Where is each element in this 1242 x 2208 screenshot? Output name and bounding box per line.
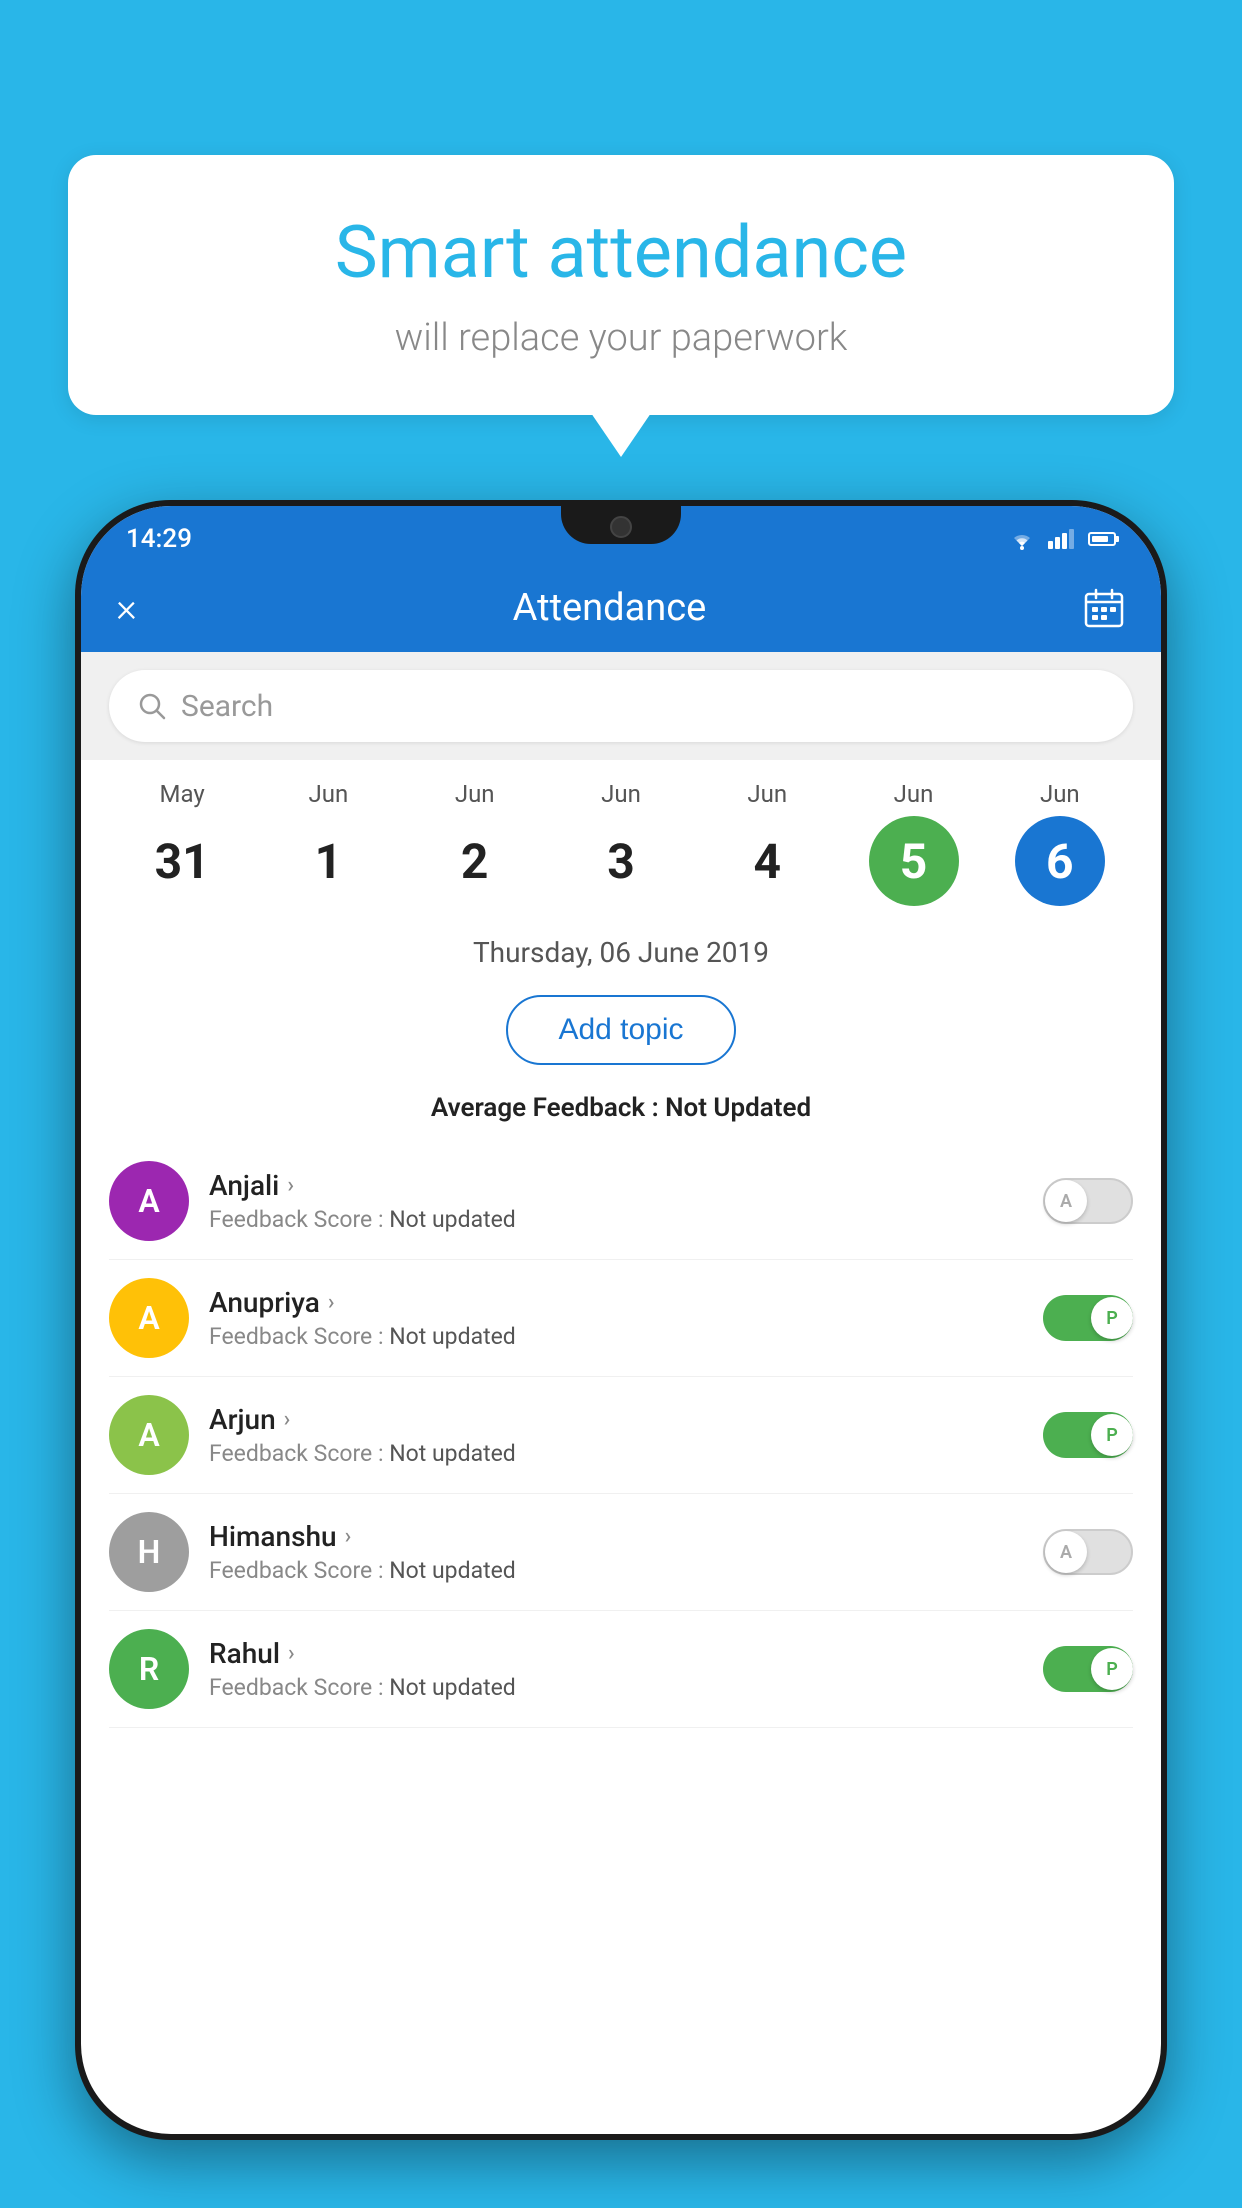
add-topic-container: Add topic [81, 985, 1161, 1085]
app-bar: × Attendance [81, 564, 1161, 652]
cal-date-number: 4 [722, 816, 812, 906]
avatar: A [109, 1395, 189, 1475]
student-item[interactable]: A Arjun› Feedback Score : Not updated P [109, 1377, 1133, 1494]
toggle-knob: A [1045, 1531, 1087, 1573]
avg-feedback: Average Feedback : Not Updated [81, 1085, 1161, 1143]
student-item[interactable]: A Anjali› Feedback Score : Not updated A [109, 1143, 1133, 1260]
attendance-toggle[interactable]: P [1043, 1412, 1133, 1458]
screen: 14:29 [81, 506, 1161, 2134]
bubble-title: Smart attendance [128, 210, 1114, 296]
search-container: Search [81, 652, 1161, 760]
avatar: R [109, 1629, 189, 1709]
cal-date-number: 5 [869, 816, 959, 906]
cal-month-label: Jun [601, 780, 641, 808]
avatar: A [109, 1161, 189, 1241]
cal-month-label: Jun [1040, 780, 1080, 808]
student-name: Himanshu› [209, 1520, 1023, 1553]
status-icons [1006, 528, 1116, 550]
student-feedback: Feedback Score : Not updated [209, 1206, 1023, 1233]
student-info: Anjali› Feedback Score : Not updated [209, 1169, 1023, 1233]
attendance-toggle[interactable]: P [1043, 1295, 1133, 1341]
attendance-toggle[interactable]: P [1043, 1646, 1133, 1692]
student-info: Arjun› Feedback Score : Not updated [209, 1403, 1023, 1467]
student-item[interactable]: A Anupriya› Feedback Score : Not updated P [109, 1260, 1133, 1377]
avatar: H [109, 1512, 189, 1592]
avatar: A [109, 1278, 189, 1358]
cal-date-number: 3 [576, 816, 666, 906]
cal-month-label: Jun [747, 780, 787, 808]
avg-feedback-label: Average Feedback : [431, 1093, 659, 1123]
speech-bubble: Smart attendance will replace your paper… [68, 155, 1174, 415]
search-placeholder: Search [181, 689, 273, 724]
search-icon [137, 691, 167, 721]
camera [610, 516, 632, 538]
avg-feedback-value: Not Updated [665, 1093, 811, 1123]
calendar-day[interactable]: May 31 [122, 780, 242, 906]
toggle-knob: A [1045, 1180, 1087, 1222]
student-name: Rahul› [209, 1637, 1023, 1670]
cal-month-label: May [160, 780, 205, 808]
battery-icon [1088, 532, 1116, 546]
cal-date-number: 6 [1015, 816, 1105, 906]
close-button[interactable]: × [116, 588, 137, 628]
notch [561, 506, 681, 544]
student-feedback: Feedback Score : Not updated [209, 1323, 1023, 1350]
status-time: 14:29 [126, 524, 192, 554]
wifi-icon [1006, 528, 1038, 550]
calendar-strip: May 31 Jun 1 Jun 2 Jun 3 Jun 4 Jun 5 Jun 6 [81, 760, 1161, 916]
calendar-day[interactable]: Jun 6 [1000, 780, 1120, 906]
signal-icon [1048, 529, 1074, 549]
calendar-icon[interactable] [1082, 586, 1126, 630]
student-list: AAnjali›Feedback Score : Not updatedAAAn… [81, 1143, 1161, 1728]
cal-month-label: Jun [309, 780, 349, 808]
cal-month-label: Jun [455, 780, 495, 808]
student-name: Arjun› [209, 1403, 1023, 1436]
student-item[interactable]: H Himanshu› Feedback Score : Not updated A [109, 1494, 1133, 1611]
phone-frame: 14:29 [75, 500, 1167, 2140]
cal-month-label: Jun [894, 780, 934, 808]
phone-inner: 14:29 [81, 506, 1161, 2134]
student-feedback: Feedback Score : Not updated [209, 1557, 1023, 1584]
attendance-toggle[interactable]: A [1043, 1178, 1133, 1224]
student-item[interactable]: R Rahul› Feedback Score : Not updated P [109, 1611, 1133, 1728]
cal-date-number: 2 [430, 816, 520, 906]
add-topic-button[interactable]: Add topic [506, 995, 735, 1065]
toggle-knob: P [1091, 1414, 1133, 1456]
calendar-day[interactable]: Jun 4 [707, 780, 827, 906]
student-feedback: Feedback Score : Not updated [209, 1440, 1023, 1467]
student-feedback: Feedback Score : Not updated [209, 1674, 1023, 1701]
attendance-toggle[interactable]: A [1043, 1529, 1133, 1575]
student-name: Anjali› [209, 1169, 1023, 1202]
battery-fill [1092, 536, 1108, 542]
cal-date-number: 31 [137, 816, 227, 906]
cal-date-number: 1 [283, 816, 373, 906]
student-name: Anupriya› [209, 1286, 1023, 1319]
toggle-knob: P [1091, 1648, 1133, 1690]
speech-bubble-container: Smart attendance will replace your paper… [68, 155, 1174, 415]
calendar-day[interactable]: Jun 3 [561, 780, 681, 906]
search-bar[interactable]: Search [109, 670, 1133, 742]
bubble-subtitle: will replace your paperwork [128, 316, 1114, 360]
app-bar-title: Attendance [167, 586, 1052, 630]
calendar-day[interactable]: Jun 2 [415, 780, 535, 906]
calendar-day[interactable]: Jun 5 [854, 780, 974, 906]
toggle-knob: P [1091, 1297, 1133, 1339]
student-info: Himanshu› Feedback Score : Not updated [209, 1520, 1023, 1584]
student-info: Anupriya› Feedback Score : Not updated [209, 1286, 1023, 1350]
student-info: Rahul› Feedback Score : Not updated [209, 1637, 1023, 1701]
date-display: Thursday, 06 June 2019 [81, 916, 1161, 985]
calendar-day[interactable]: Jun 1 [268, 780, 388, 906]
